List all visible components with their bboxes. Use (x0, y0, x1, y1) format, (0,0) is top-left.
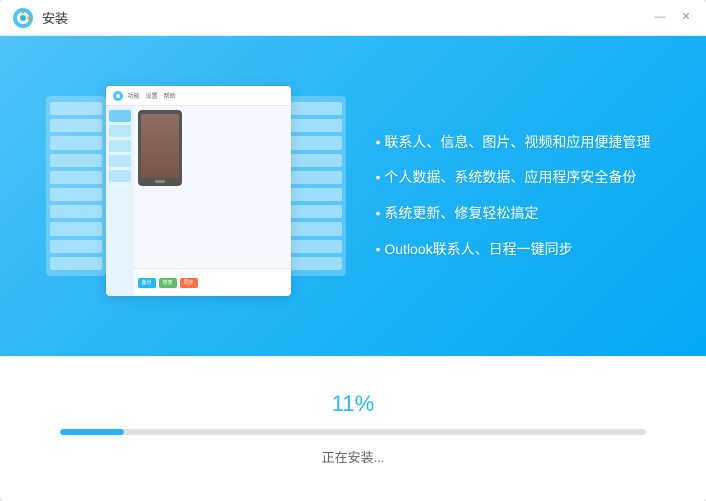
install-progress-section: 11% 正在安装... (0, 356, 706, 501)
bg-panel-right (286, 96, 346, 276)
phone-graphic (138, 110, 182, 186)
ui-main-area: 备份 恢复 同步 (134, 106, 291, 296)
window-title: 安装 (42, 8, 652, 27)
hero-section: 功能 设置 帮助 (0, 36, 706, 356)
app-logo (12, 7, 34, 29)
progress-bar-fill (60, 429, 124, 435)
ui-logo (112, 90, 124, 102)
progress-status: 正在安装... (322, 447, 385, 466)
ui-sidebar (106, 106, 134, 296)
title-bar: 安装 (0, 0, 706, 36)
ui-titlebar: 功能 设置 帮助 (106, 86, 291, 106)
feature-item: • Outlook联系人、日程一键同步 (376, 240, 651, 260)
feature-item: • 联系人、信息、图片、视频和应用便捷管理 (376, 133, 651, 153)
minimize-button[interactable] (652, 10, 668, 26)
progress-bar-track (60, 429, 646, 435)
ui-action-bar: 备份 恢复 同步 (134, 268, 291, 296)
bg-panel-left (46, 96, 106, 276)
app-icons-grid (186, 110, 287, 118)
feature-item: • 系统更新、修复轻松搞定 (376, 204, 651, 224)
app-mockup: 功能 设置 帮助 (56, 86, 336, 306)
ui-menu: 功能 设置 帮助 (128, 91, 285, 100)
close-button[interactable] (678, 10, 694, 26)
feature-item: • 个人数据、系统数据、应用程序安全备份 (376, 168, 651, 188)
ui-body: 备份 恢复 同步 (106, 106, 291, 296)
progress-percent: 11% (332, 391, 374, 417)
feature-list: • 联系人、信息、图片、视频和应用便捷管理 • 个人数据、系统数据、应用程序安全备… (376, 133, 651, 259)
app-ui-preview: 功能 设置 帮助 (106, 86, 291, 296)
ui-phone-area (134, 106, 291, 268)
window-controls (652, 10, 694, 26)
content-area: 功能 设置 帮助 (40, 86, 666, 306)
main-window: 安装 (0, 0, 706, 501)
